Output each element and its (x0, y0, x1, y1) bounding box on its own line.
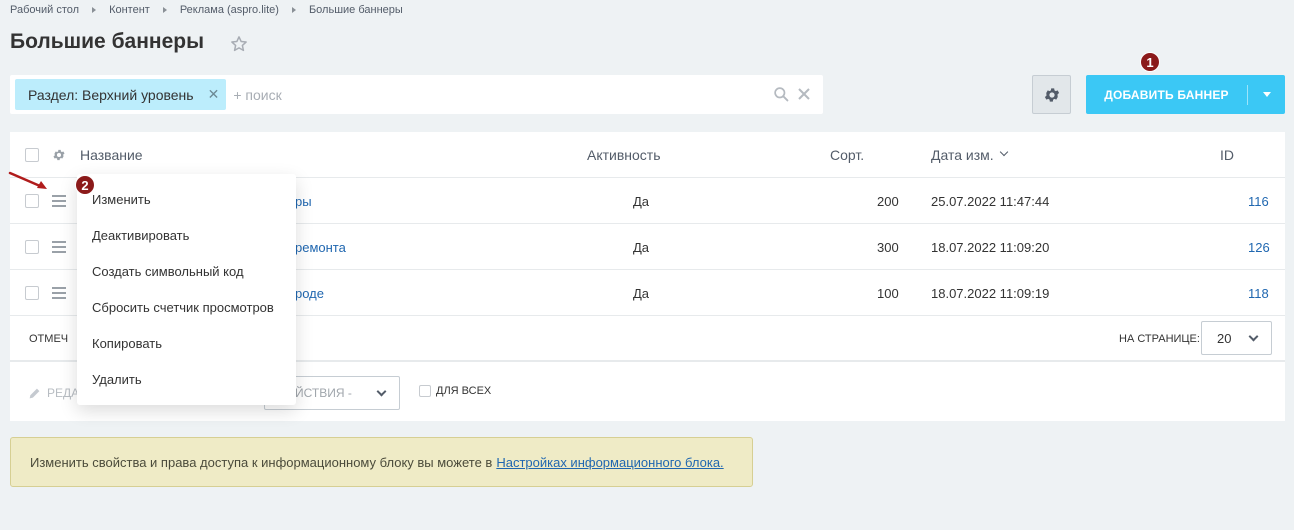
menu-icon[interactable] (52, 195, 66, 207)
sort-desc-icon (999, 147, 1008, 157)
breadcrumb-separator-icon (291, 7, 296, 13)
row-id[interactable]: 116 (1248, 178, 1269, 224)
row-name[interactable]: роде (295, 270, 324, 316)
add-banner-button[interactable]: ДОБАВИТЬ БАННЕР (1086, 75, 1285, 114)
row-context-menu: Изменить Деактивировать Создать символьн… (77, 174, 296, 405)
filter-bar[interactable]: Раздел: Верхний уровень ✕ + поиск (10, 75, 823, 114)
column-header-active[interactable]: Активность (587, 132, 661, 178)
row-name[interactable]: ремонта (295, 224, 346, 270)
menu-icon[interactable] (52, 287, 66, 299)
clear-icon[interactable] (797, 87, 811, 101)
pencil-icon (29, 388, 40, 398)
breadcrumb-item-current: Большие баннеры (308, 4, 403, 16)
row-id[interactable]: 118 (1248, 270, 1269, 316)
add-banner-dropdown[interactable] (1248, 92, 1285, 97)
annotation-arrow-icon (8, 171, 47, 189)
gear-icon (1044, 87, 1059, 102)
menu-item-reset-counter[interactable]: Сбросить счетчик просмотров (92, 300, 274, 315)
row-sort: 100 (877, 285, 899, 301)
per-page-value: 20 (1217, 330, 1232, 346)
close-icon[interactable]: ✕ (208, 86, 220, 103)
marked-count-label: ОТМЕЧ (29, 333, 69, 345)
actions-select-label: ЕЙСТВИЯ - (287, 386, 352, 400)
row-checkbox[interactable] (25, 240, 39, 254)
menu-item-create-code[interactable]: Создать символьный код (92, 264, 244, 279)
settings-button[interactable] (1032, 75, 1071, 114)
for-all-label: ДЛЯ ВСЕХ (436, 385, 492, 397)
filter-tag-label: Раздел: Верхний уровень (28, 86, 194, 103)
breadcrumb-item-desktop[interactable]: Рабочий стол (10, 4, 79, 16)
edit-button[interactable]: РЕДА (28, 386, 79, 400)
chevron-down-icon (376, 386, 387, 397)
filter-tag-section[interactable]: Раздел: Верхний уровень ✕ (15, 79, 227, 110)
row-sort: 200 (877, 193, 899, 209)
annotation-badge-2: 2 (75, 175, 95, 195)
menu-item-copy[interactable]: Копировать (92, 336, 162, 351)
row-id[interactable]: 126 (1248, 224, 1270, 270)
edit-button-label: РЕДА (47, 386, 80, 400)
gear-icon[interactable] (52, 148, 66, 162)
breadcrumb: Рабочий стол Контент Реклама (aspro.lite… (10, 2, 403, 18)
row-checkbox[interactable] (25, 194, 39, 208)
breadcrumb-separator-icon (162, 7, 167, 13)
menu-item-deactivate[interactable]: Деактивировать (92, 228, 189, 243)
add-banner-label: ДОБАВИТЬ БАННЕР (1104, 87, 1229, 102)
breadcrumb-item-content[interactable]: Контент (109, 4, 150, 16)
menu-item-edit[interactable]: Изменить (92, 192, 151, 207)
iblock-settings-link[interactable]: Настройках информационного блока. (496, 455, 723, 470)
column-header-id[interactable]: ID (1220, 132, 1234, 178)
row-checkbox[interactable] (25, 286, 39, 300)
per-page-select[interactable]: 20 (1201, 321, 1272, 355)
row-active: Да (633, 193, 650, 209)
row-sort: 300 (877, 239, 899, 255)
star-icon[interactable] (230, 35, 248, 53)
search-input[interactable]: + поиск (233, 87, 281, 103)
select-all-checkbox[interactable] (25, 148, 39, 162)
column-header-date-label: Дата изм. (931, 147, 994, 163)
row-name[interactable]: ры (295, 178, 312, 224)
row-date: 25.07.2022 11:47:44 (931, 193, 1050, 209)
breadcrumb-separator-icon (92, 7, 97, 13)
row-active: Да (633, 239, 650, 255)
grid-header: Название Активность Сорт. Дата изм. ID (10, 132, 1285, 178)
search-icon[interactable] (773, 86, 790, 103)
column-header-date[interactable]: Дата изм. (931, 132, 1008, 178)
page-title: Большие баннеры (10, 30, 205, 53)
row-date: 18.07.2022 11:09:20 (931, 239, 1050, 255)
column-header-sort[interactable]: Сорт. (830, 132, 864, 178)
row-active: Да (633, 285, 650, 301)
chevron-down-icon (1248, 331, 1259, 342)
for-all-toggle[interactable]: ДЛЯ ВСЕХ (419, 385, 491, 397)
per-page-label: НА СТРАНИЦЕ: (1119, 333, 1200, 345)
menu-icon[interactable] (52, 241, 66, 253)
for-all-checkbox[interactable] (419, 385, 431, 397)
notice-text: Изменить свойства и права доступа к инфо… (30, 454, 493, 470)
annotation-badge-1: 1 (1140, 52, 1160, 72)
column-header-name[interactable]: Название (80, 132, 143, 178)
row-date: 18.07.2022 11:09:19 (931, 285, 1050, 301)
menu-item-delete[interactable]: Удалить (92, 372, 142, 387)
info-notice: Изменить свойства и права доступа к инфо… (10, 437, 753, 487)
breadcrumb-item-ads[interactable]: Реклама (aspro.lite) (180, 4, 279, 16)
caret-down-icon (1262, 92, 1271, 97)
